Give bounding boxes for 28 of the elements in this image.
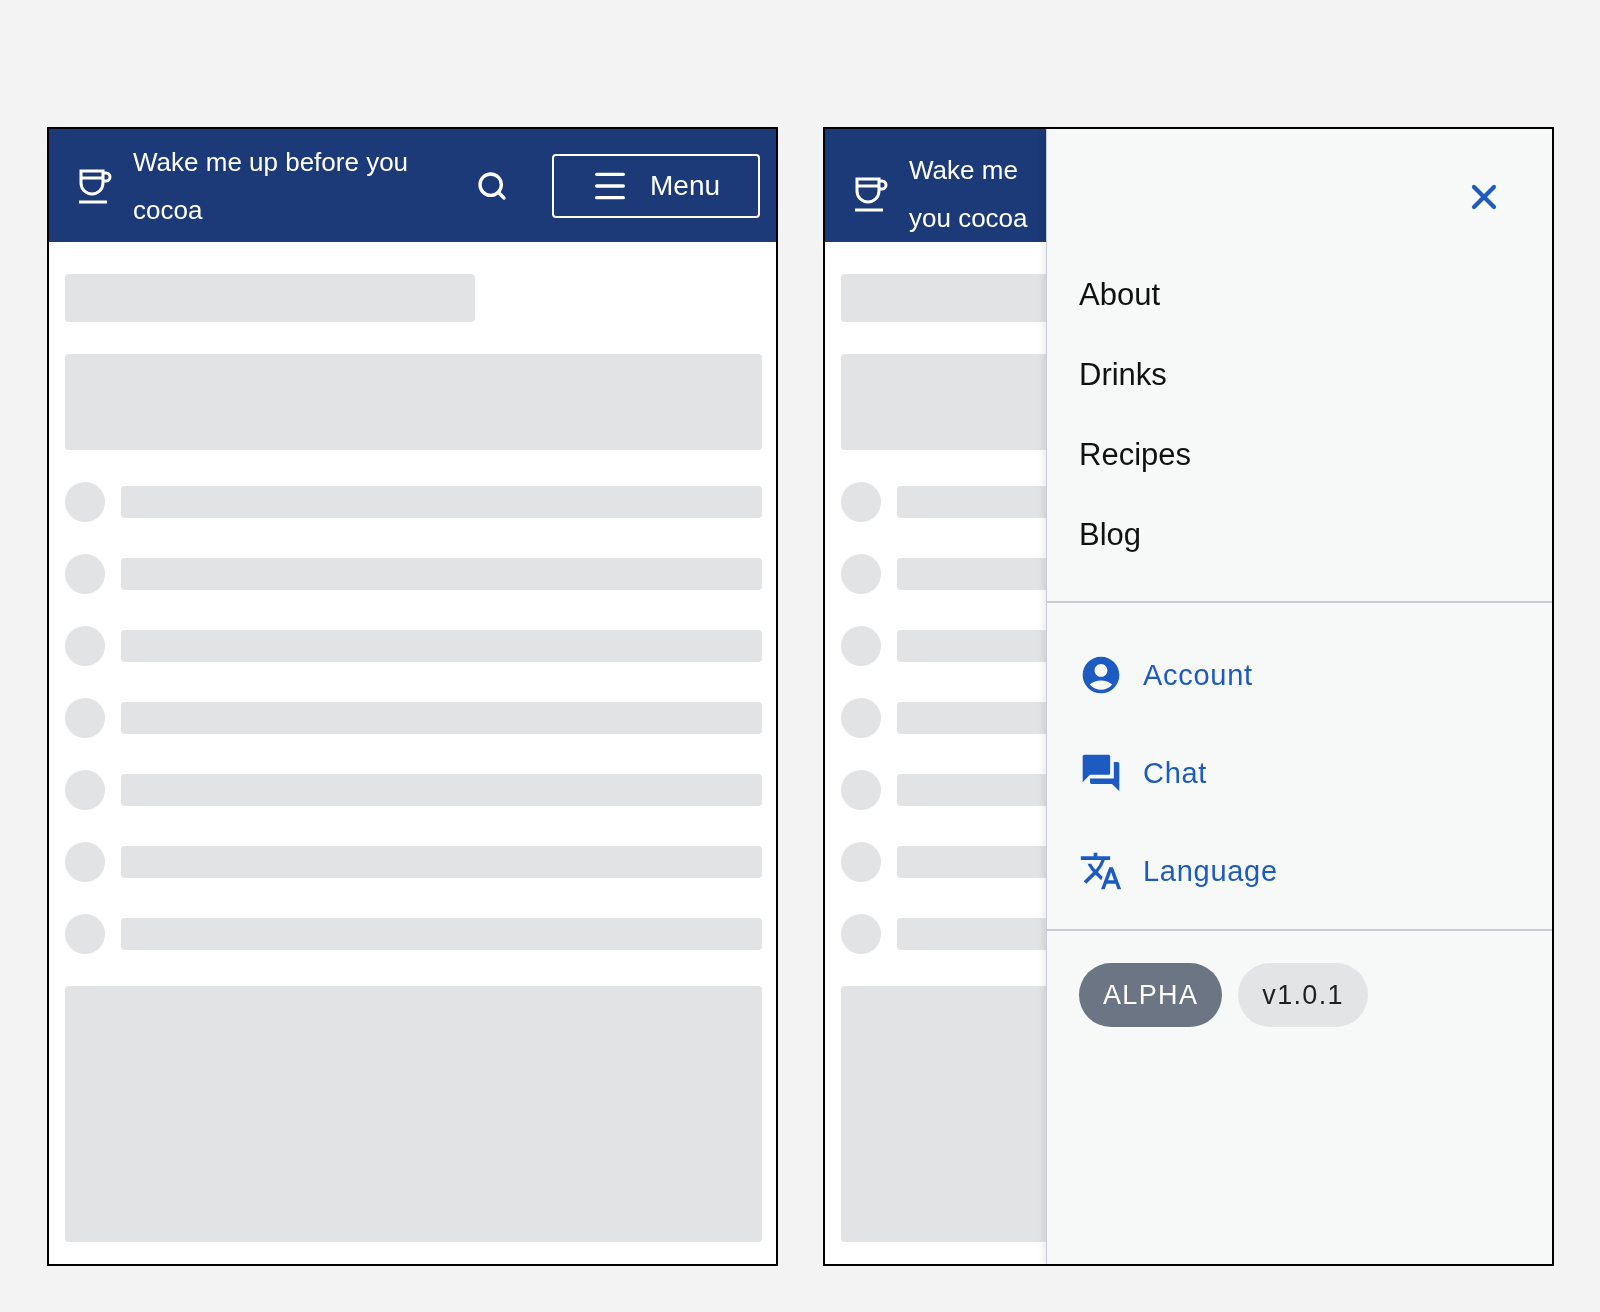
placeholder-avatar bbox=[841, 554, 881, 594]
menu-link[interactable]: Language bbox=[1079, 849, 1520, 893]
version-badge: ALPHA bbox=[1079, 963, 1223, 1027]
placeholder-avatar bbox=[841, 482, 881, 522]
placeholder-avatar bbox=[841, 770, 881, 810]
placeholder-avatar bbox=[841, 626, 881, 666]
placeholder-avatar bbox=[65, 842, 105, 882]
placeholder-avatar bbox=[841, 698, 881, 738]
nav-link[interactable]: Drinks bbox=[1079, 357, 1520, 393]
nav-link[interactable]: Blog bbox=[1079, 517, 1520, 553]
search-icon[interactable] bbox=[476, 169, 508, 202]
placeholder-avatar bbox=[65, 698, 105, 738]
nav-link[interactable]: About bbox=[1079, 277, 1520, 313]
site-title: Wake me up before you cocoa bbox=[133, 145, 410, 227]
placeholder-avatar bbox=[65, 626, 105, 666]
placeholder-avatar bbox=[65, 554, 105, 594]
version-badge: v1.0.1 bbox=[1238, 963, 1368, 1027]
nav-link[interactable]: Recipes bbox=[1079, 437, 1520, 473]
placeholder-avatar bbox=[65, 914, 105, 954]
menu-button[interactable]: Menu bbox=[552, 153, 760, 218]
menu-link[interactable]: Account bbox=[1079, 653, 1520, 697]
site-title: Wake me bbox=[909, 153, 1019, 187]
placeholder-avatar bbox=[841, 914, 881, 954]
placeholder-avatar bbox=[841, 842, 881, 882]
menu-link[interactable]: Chat bbox=[1079, 751, 1520, 795]
placeholder-avatar bbox=[65, 770, 105, 810]
site-title: you cocoa bbox=[909, 201, 1028, 235]
placeholder-avatar bbox=[65, 482, 105, 522]
